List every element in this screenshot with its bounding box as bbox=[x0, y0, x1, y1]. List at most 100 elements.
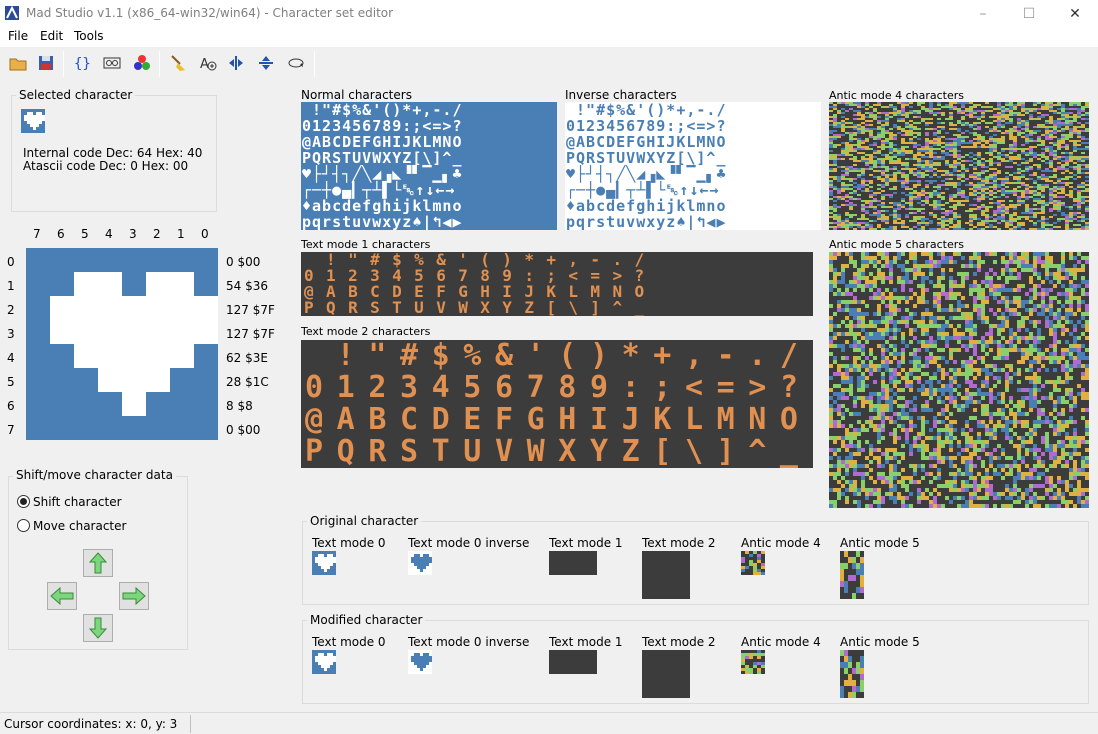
move-character-radio[interactable] bbox=[17, 519, 30, 532]
antic4-characters-panel[interactable] bbox=[829, 102, 1089, 230]
pixel bbox=[39, 112, 42, 115]
pixel bbox=[30, 115, 33, 118]
pixel bbox=[39, 115, 42, 118]
grid-col-header: 5 bbox=[81, 227, 89, 241]
maximize-button[interactable]: ☐ bbox=[1006, 0, 1052, 28]
pixel bbox=[315, 659, 318, 662]
pixel bbox=[420, 569, 423, 572]
pixel bbox=[420, 656, 423, 659]
shift-character-radio[interactable] bbox=[17, 495, 30, 508]
grid-row-header: 4 bbox=[7, 351, 15, 365]
grid-col-header: 7 bbox=[33, 227, 41, 241]
pixel bbox=[330, 656, 333, 659]
pixel bbox=[420, 560, 423, 563]
selected-char-preview bbox=[21, 109, 45, 133]
pixel bbox=[50, 296, 74, 320]
pixel bbox=[36, 121, 39, 124]
open-icon[interactable] bbox=[8, 53, 28, 73]
grid-row-value: 0 $00 bbox=[226, 255, 261, 269]
pixel bbox=[315, 656, 318, 659]
minimize-button[interactable]: – bbox=[960, 0, 1006, 28]
inverse-characters-panel[interactable]: !"#$%&'()*+,-./0123456789:;<=>? @ABCDEFGH… bbox=[565, 102, 821, 230]
pixel bbox=[327, 554, 330, 557]
pixel bbox=[146, 272, 170, 296]
orig-label-mode1: Text mode 1 bbox=[549, 536, 623, 550]
pixel bbox=[324, 557, 327, 560]
pixel bbox=[420, 668, 423, 671]
pixel bbox=[122, 368, 146, 392]
cursor-coordinates: Cursor coordinates: x: 0, y: 3 bbox=[4, 717, 178, 731]
pixel bbox=[39, 121, 42, 124]
selected-character-title: Selected character bbox=[16, 88, 136, 102]
grid-row-header: 3 bbox=[7, 327, 15, 341]
palette-icon[interactable] bbox=[132, 53, 152, 73]
arrow-right-icon bbox=[122, 586, 146, 606]
charset-row: PQRSTUVWXYZ[\]^_ bbox=[305, 434, 812, 468]
orig-preview-mode0 bbox=[312, 551, 336, 575]
normal-characters-panel[interactable]: !"#$%&'()*+,-./0123456789:;<=>? @ABCDEFGH… bbox=[301, 102, 557, 230]
grid-row-header: 0 bbox=[7, 255, 15, 269]
mod-label-antic4: Antic mode 4 bbox=[741, 635, 821, 649]
normal-characters-title: Normal characters bbox=[301, 88, 412, 102]
menu-file[interactable]: File bbox=[8, 29, 28, 43]
pixel bbox=[423, 653, 426, 656]
pixel bbox=[324, 662, 327, 665]
pixel bbox=[321, 662, 324, 665]
pixel bbox=[417, 656, 420, 659]
pixel bbox=[426, 656, 429, 659]
pixel bbox=[98, 272, 122, 296]
pixel bbox=[170, 296, 194, 320]
pixel bbox=[423, 557, 426, 560]
view-icon[interactable] bbox=[102, 53, 122, 73]
pixel bbox=[420, 659, 423, 662]
menu-edit[interactable]: Edit bbox=[40, 29, 63, 43]
charset-row: 0123456789:;<=>? bbox=[566, 117, 727, 135]
mode1-characters-panel[interactable]: !"#$%&'()*+,-./0123456789:;<=>? @ABCDEFGH… bbox=[301, 252, 813, 316]
pixel bbox=[194, 320, 218, 344]
flip-horizontal-icon[interactable] bbox=[226, 53, 246, 73]
pixel bbox=[423, 665, 426, 668]
pixel-editor-grid[interactable] bbox=[26, 248, 218, 440]
pixel bbox=[417, 665, 420, 668]
pixel bbox=[318, 656, 321, 659]
pixel bbox=[30, 118, 33, 121]
flip-vertical-icon[interactable] bbox=[256, 53, 276, 73]
orig-label-mode0-inverse: Text mode 0 inverse bbox=[408, 536, 530, 550]
mod-preview-mode2 bbox=[642, 650, 690, 698]
pixel bbox=[321, 665, 324, 668]
antic5-characters-title: Antic mode 5 characters bbox=[829, 238, 965, 251]
shift-up-button[interactable] bbox=[83, 549, 113, 577]
pixel bbox=[33, 115, 36, 118]
save-icon[interactable] bbox=[36, 53, 56, 73]
orig-preview-mode2 bbox=[642, 551, 690, 599]
charset-row: !"#$%&'()*+,-./ bbox=[305, 340, 812, 373]
shift-down-button[interactable] bbox=[83, 614, 113, 642]
pixel bbox=[33, 127, 36, 130]
charset-row: ♦abcdefghijklmno bbox=[566, 197, 727, 215]
shift-right-button[interactable] bbox=[119, 582, 149, 610]
grid-col-header: 2 bbox=[153, 227, 161, 241]
code-braces-icon[interactable]: {} bbox=[72, 53, 92, 73]
pixel bbox=[170, 272, 194, 296]
charset-row: !"#$%&'()*+,-./ bbox=[302, 102, 463, 119]
grid-row-value: 8 $8 bbox=[226, 399, 253, 413]
pixel bbox=[27, 118, 30, 121]
pixel bbox=[423, 554, 426, 557]
pixel bbox=[24, 115, 27, 118]
clear-broom-icon[interactable] bbox=[168, 53, 188, 73]
pixel bbox=[417, 554, 420, 557]
pixel bbox=[426, 662, 429, 665]
mode2-characters-panel[interactable]: !"#$%&'()*+,-./0123456789:;<=>? @ABCDEFGH… bbox=[301, 340, 813, 468]
antic5-characters-panel[interactable] bbox=[829, 252, 1089, 508]
add-char-icon[interactable]: A bbox=[198, 53, 218, 73]
internal-code-label: Internal code Dec: 64 Hex: 40 bbox=[23, 146, 203, 160]
close-button[interactable]: ✕ bbox=[1052, 0, 1098, 28]
charset-row: pqrstuvwxyz♠|↰◀▶ bbox=[302, 213, 463, 230]
menu-tools[interactable]: Tools bbox=[74, 29, 104, 43]
pixel bbox=[36, 115, 39, 118]
rotate-icon[interactable] bbox=[286, 53, 306, 73]
pixel bbox=[327, 662, 330, 665]
grid-row-header: 7 bbox=[7, 423, 15, 437]
shift-left-button[interactable] bbox=[47, 582, 77, 610]
pixel bbox=[423, 560, 426, 563]
